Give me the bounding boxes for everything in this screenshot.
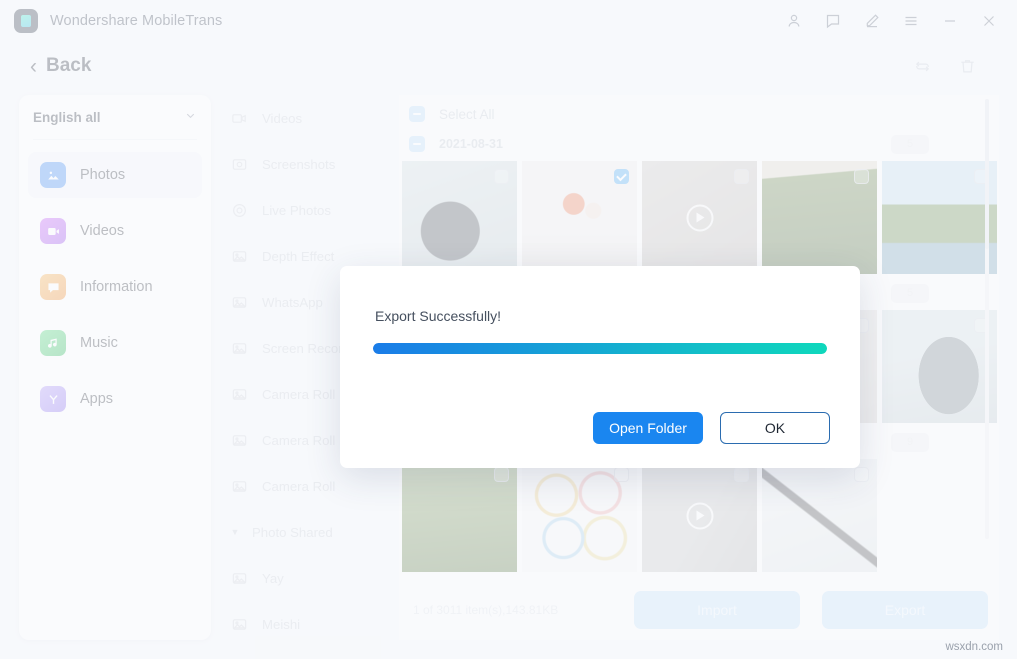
dialog-buttons: Open Folder OK	[593, 412, 830, 444]
ok-button[interactable]: OK	[720, 412, 830, 444]
open-folder-button[interactable]: Open Folder	[593, 412, 703, 444]
progress-bar-fill	[373, 343, 827, 354]
dialog-message: Export Successfully!	[375, 308, 501, 324]
progress-bar-track	[373, 343, 827, 354]
watermark: wsxdn.com	[945, 641, 1003, 653]
export-success-dialog: Export Successfully! Open Folder OK	[340, 266, 860, 468]
application-window: Wondershare MobileTrans	[0, 0, 1017, 659]
